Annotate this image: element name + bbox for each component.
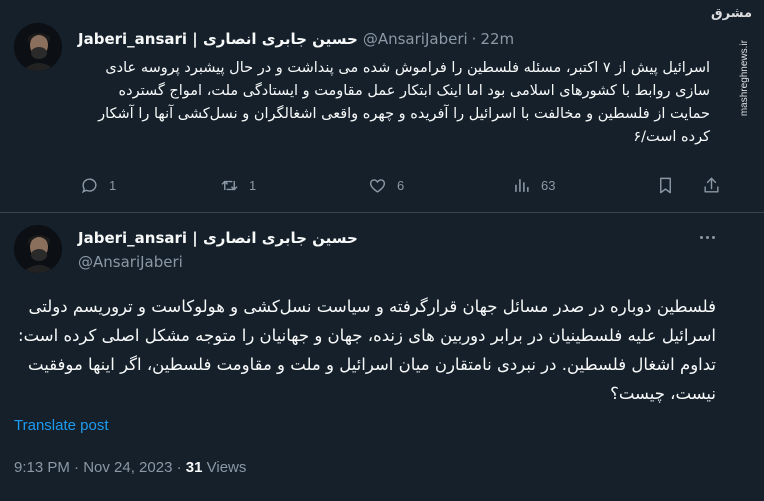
share-button[interactable] [702, 172, 721, 198]
translate-post-link[interactable]: Translate post [14, 417, 109, 434]
bookmark-button[interactable] [656, 172, 675, 198]
reply-button[interactable]: 1 [80, 172, 116, 198]
reply-tweet-display-name[interactable]: Jaberi_ansari | حسین جابری انصاری [78, 30, 358, 48]
main-tweet-handle[interactable]: @AnsariJaberi [78, 253, 183, 271]
more-icon[interactable] [700, 236, 715, 239]
reply-tweet-text: اسرائیل پیش از ۷ اکتبر، مسئله فلسطین را … [98, 60, 710, 145]
watermark-site: mashreghnews.ir [739, 40, 750, 117]
like-icon [368, 176, 387, 195]
reply-tweet-avatar[interactable] [14, 23, 62, 71]
tweet-timestamp[interactable]: 9:13 PM · Nov 24, 2023 [14, 459, 172, 476]
watermark-logo: مشرق [711, 6, 752, 21]
reply-tweet-handle[interactable]: @AnsariJaberi [363, 30, 468, 48]
avatar-image [14, 225, 62, 273]
avatar-image [14, 23, 62, 71]
main-tweet-display-name[interactable]: Jaberi_ansari | حسین جابری انصاری [78, 229, 358, 247]
views-count: 63 [541, 177, 556, 193]
reply-tweet-header: Jaberi_ansari | حسین جابری انصاری @Ansar… [78, 30, 514, 48]
views-count-main: 31 [185, 459, 203, 476]
main-tweet-text: فلسطین دوباره در صدر مسائل جهان قرارگرفت… [18, 297, 716, 403]
like-count: 6 [397, 177, 405, 193]
repost-icon [220, 176, 239, 195]
views-label: Views [202, 459, 247, 476]
watermark: مشرق mashreghnews.ir [711, 0, 760, 140]
share-icon [702, 176, 721, 195]
like-button[interactable]: 6 [368, 172, 404, 198]
reply-tweet-time[interactable]: 22m [480, 30, 514, 48]
reply-tweet-actions: 1 1 6 63 [80, 172, 724, 198]
main-tweet-avatar[interactable] [14, 225, 62, 273]
tweet-meta: 9:13 PM · Nov 24, 2023 · 31 Views [14, 459, 246, 476]
tweet-divider [0, 212, 764, 213]
views-button[interactable]: 63 [512, 172, 555, 198]
reply-icon [80, 176, 99, 195]
views-icon [512, 176, 531, 195]
reply-count: 1 [109, 177, 117, 193]
meta-separator: · [172, 459, 186, 476]
reply-tweet-separator: · [471, 30, 477, 48]
repost-count: 1 [249, 177, 257, 193]
repost-button[interactable]: 1 [220, 172, 256, 198]
bookmark-icon [656, 176, 675, 195]
